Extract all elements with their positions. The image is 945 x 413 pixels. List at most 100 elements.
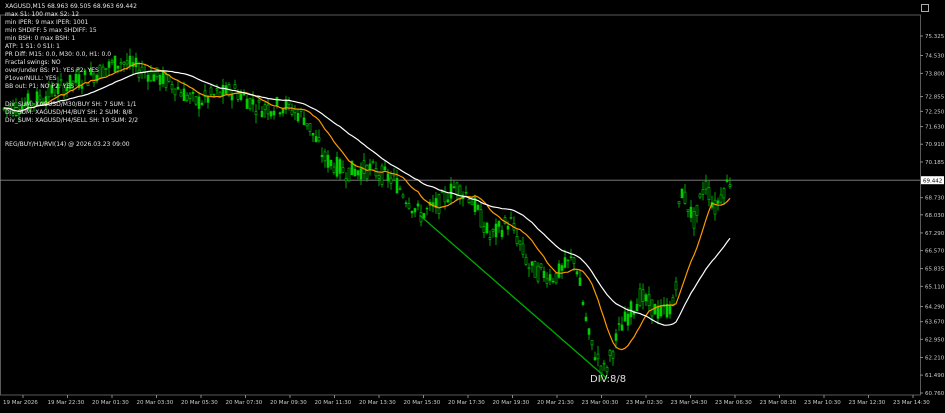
price-axis-label: 73.800	[925, 71, 945, 77]
candle-body	[458, 185, 462, 200]
candle-body	[353, 168, 357, 177]
price-axis-label: 67.290	[925, 231, 945, 237]
candle-body	[188, 93, 192, 99]
candle-body	[317, 137, 321, 142]
signal-line: Div_SUM: XAGUSD/H4/SELL SH: 10 SUM: 2/2	[5, 117, 139, 124]
price-axis-label: 72.855	[925, 95, 945, 101]
candle-body	[119, 62, 123, 65]
time-axis-label: 23 Mar 02:30	[626, 400, 663, 406]
window-title: XAGUSD,M15 68.963 69.505 68.963 69.442	[5, 3, 137, 10]
candle-body	[212, 94, 216, 96]
candle-body	[53, 94, 57, 97]
candle-body	[650, 299, 654, 317]
candle-body	[326, 154, 330, 168]
candle-body	[386, 173, 390, 182]
candle-body	[362, 160, 366, 174]
time-axis-label: 19 Mar 2026	[3, 400, 38, 406]
price-axis-label: 60.760	[925, 391, 945, 397]
signal-panel: Div_SUM: XAGUSD/M30/BUY SH: 7 SUM: 1/1 D…	[5, 101, 138, 125]
candle-body	[437, 194, 441, 214]
candle-body	[554, 273, 558, 284]
candle-body	[335, 156, 339, 177]
candle-body	[626, 313, 630, 326]
candle-body	[605, 367, 609, 373]
info-line: over/under BS: P1: YES P2: YES	[5, 67, 99, 74]
candle-body	[140, 66, 144, 73]
chart-canvas[interactable]: 75.325 74.530 73.800 72.855 72.250 71.630 70.9…	[0, 0, 945, 409]
price-axis-label: 65.110	[925, 284, 945, 290]
candle-body	[275, 97, 279, 106]
candle-body	[443, 191, 447, 203]
time-axis-label: 23 Mar 10:30	[804, 400, 841, 406]
candle-body	[500, 230, 504, 237]
candle-body	[572, 257, 576, 264]
price-axis-label: 70.910	[925, 142, 945, 148]
candle-body	[245, 98, 249, 109]
signal-line: Div_SUM: XAGUSD/M30/BUY SH: 7 SUM: 1/1	[5, 101, 137, 108]
info-line: min SHDIFF: 5 max SHDIFF: 15	[5, 27, 97, 34]
candle-body	[239, 93, 243, 100]
candle-body	[635, 304, 639, 312]
candle-body	[221, 84, 225, 97]
candle-body	[236, 93, 240, 100]
info-line: BB out: P1: NO P2: YES	[5, 83, 75, 90]
candle-body	[719, 194, 723, 203]
chart-area[interactable]: 75.325 74.530 73.800 72.855 72.250 71.630 70.9…	[0, 0, 945, 409]
candle-body	[344, 178, 348, 182]
candle-body	[464, 191, 468, 194]
price-axis-label: 75.325	[925, 34, 945, 40]
candle-body	[191, 91, 195, 94]
candle-body	[452, 186, 456, 189]
candle-body	[395, 178, 399, 194]
info-line: ATP: 1 S1: 0 S1I: 1	[5, 43, 60, 50]
candle-body	[587, 328, 591, 335]
candle-body	[668, 305, 672, 315]
candle-body	[290, 109, 294, 115]
time-axis-label: 20 Mar 13:30	[359, 400, 396, 406]
candle-body	[125, 60, 129, 65]
candle-body	[233, 84, 237, 89]
candle-body	[470, 201, 474, 205]
candle-body	[266, 104, 270, 115]
candle-body	[368, 163, 372, 170]
candle-body	[230, 93, 234, 101]
time-axis-label: 20 Mar 19:30	[493, 400, 530, 406]
candle-body	[548, 274, 552, 281]
candle-body	[656, 306, 660, 319]
candle-body	[224, 85, 228, 95]
time-axis-label: 23 Mar 14:30	[893, 400, 930, 406]
candle-body	[530, 261, 534, 266]
candle-body	[251, 99, 255, 105]
candle-body	[416, 203, 420, 207]
candle-body	[242, 93, 246, 96]
candle-body	[533, 261, 537, 278]
candle-body	[407, 203, 411, 209]
candle-body	[698, 193, 702, 198]
candle-body	[566, 259, 570, 262]
candle-body	[722, 188, 726, 199]
candle-body	[389, 177, 393, 184]
candle-body	[356, 170, 360, 176]
time-axis-label: 23 Mar 06:30	[715, 400, 752, 406]
candle-body	[482, 226, 486, 233]
candle-body	[491, 228, 495, 232]
candle-body	[542, 270, 546, 279]
candle-body	[695, 204, 699, 216]
time-axis-label: 23 Mar 08:30	[760, 400, 797, 406]
candle-body	[293, 108, 297, 114]
candle-body	[254, 111, 258, 115]
candle-body	[677, 201, 681, 205]
candle-body	[401, 194, 405, 198]
candle-body	[644, 294, 648, 302]
candle-body	[404, 202, 408, 204]
candle-body	[440, 191, 444, 193]
candle-body	[563, 257, 567, 268]
candle-body	[584, 316, 588, 321]
candle-body	[158, 74, 162, 85]
candle-body	[707, 187, 711, 200]
candle-body	[701, 189, 705, 195]
candle-body	[257, 99, 261, 103]
candle-body	[218, 91, 222, 97]
close-chart-icon[interactable]	[921, 4, 929, 12]
info-line: P1overNULL: YES	[5, 75, 57, 82]
